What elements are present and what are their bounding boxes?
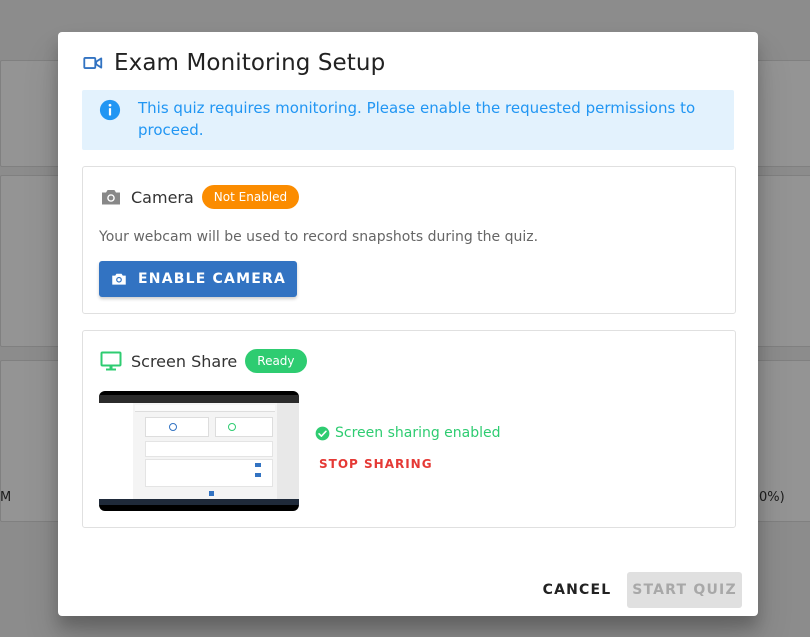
start-quiz-button[interactable]: START QUIZ (627, 572, 742, 608)
check-circle-icon (315, 426, 330, 440)
cancel-button[interactable]: CANCEL (536, 572, 618, 608)
screen-preview (99, 391, 299, 511)
info-message: This quiz requires monitoring. Please en… (138, 99, 696, 139)
monitor-icon (100, 351, 122, 371)
camera-section: Camera Not Enabled Your webcam will be u… (82, 166, 736, 314)
stop-sharing-button[interactable]: STOP SHARING (319, 457, 433, 471)
screen-share-header: Screen Share Ready (99, 349, 307, 373)
screen-share-section: Screen Share Ready Screen sharing enable… (82, 330, 736, 528)
camera-header: Camera Not Enabled (99, 185, 300, 209)
camera-description: Your webcam will be used to record snaps… (99, 229, 539, 245)
info-banner: This quiz requires monitoring. Please en… (82, 90, 734, 150)
screen-share-status-text: Screen sharing enabled (335, 425, 501, 441)
dialog-title: Exam Monitoring Setup (114, 50, 386, 76)
enable-camera-button[interactable]: ENABLE CAMERA (99, 261, 297, 297)
camera-title: Camera (131, 187, 194, 207)
enable-camera-label: ENABLE CAMERA (138, 271, 286, 287)
video-camera-icon (83, 57, 103, 69)
screen-share-status: Screen sharing enabled (315, 425, 501, 441)
camera-icon (112, 273, 126, 285)
screen-share-status-badge: Ready (245, 349, 307, 373)
camera-status-badge: Not Enabled (201, 185, 300, 209)
dialog-header: Exam Monitoring Setup (82, 50, 385, 76)
exam-monitoring-dialog: Exam Monitoring Setup This quiz requires… (58, 32, 758, 616)
camera-icon (102, 190, 120, 205)
info-icon (99, 99, 121, 121)
screen-share-title: Screen Share (131, 351, 238, 371)
